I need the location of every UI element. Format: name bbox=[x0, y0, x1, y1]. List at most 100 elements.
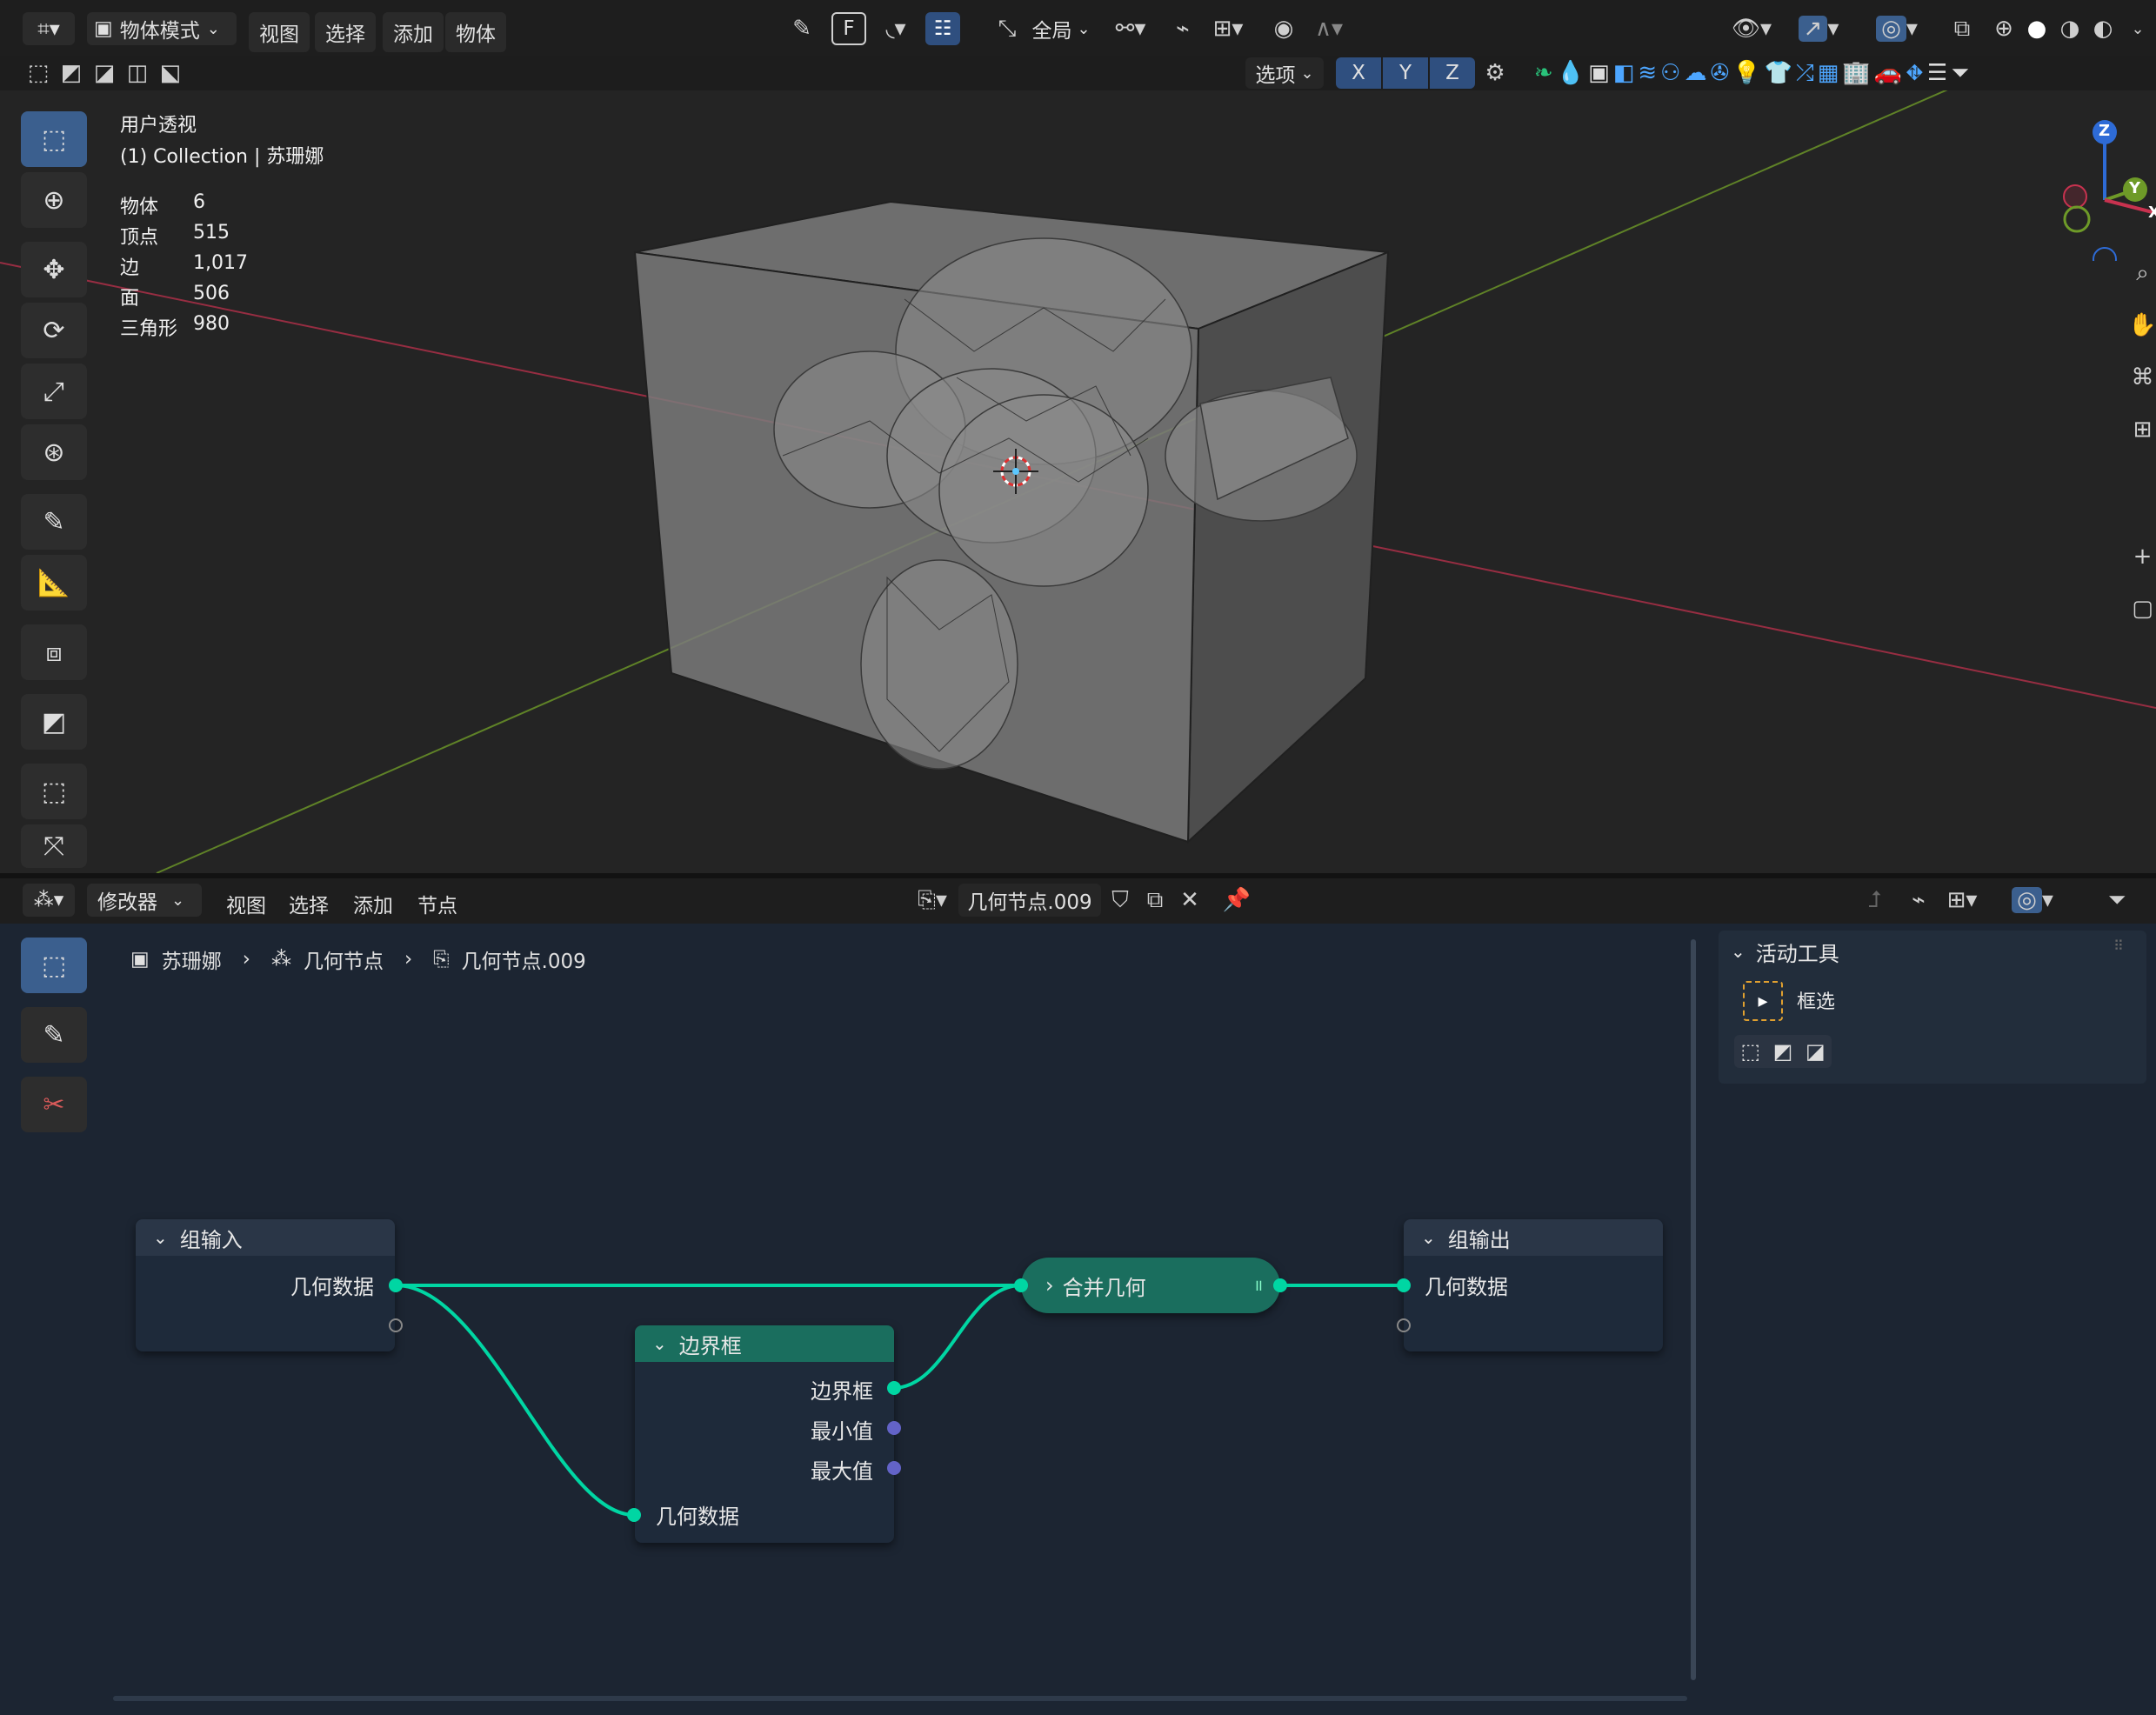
eyedropper-icon[interactable]: ✎ bbox=[784, 12, 819, 45]
options-dropdown[interactable]: 选项 ⌄ bbox=[1245, 57, 1324, 89]
menu-object[interactable]: 物体 bbox=[445, 12, 506, 52]
visibility-icon[interactable]: 👁▾ bbox=[1725, 12, 1778, 45]
list-icon[interactable]: ☰ bbox=[1927, 60, 1947, 86]
tool-snap-move[interactable]: ⤧ bbox=[21, 824, 87, 868]
mirror-z-button[interactable]: Z bbox=[1430, 57, 1475, 89]
panel-header[interactable]: ⌄ 活动工具 bbox=[1731, 934, 1839, 969]
node-canvas-hscrollbar[interactable] bbox=[113, 1696, 1687, 1701]
node-snap-magnet-icon[interactable]: ⌁ bbox=[1901, 884, 1936, 917]
menu-select[interactable]: 选择 bbox=[315, 12, 376, 52]
xray-toggle-icon[interactable]: ⧉ bbox=[1945, 12, 1979, 45]
socket-min-out[interactable] bbox=[887, 1421, 901, 1435]
node-group-input[interactable]: ⌄ 组输入 几何数据 bbox=[136, 1219, 395, 1351]
leaf-icon[interactable]: ❧ bbox=[1534, 60, 1553, 86]
socket-empty-in[interactable] bbox=[1397, 1318, 1411, 1332]
collapse-chevron-icon[interactable]: ⌄ bbox=[153, 1227, 168, 1248]
outliner-toggle-icon[interactable]: ☷ bbox=[925, 12, 960, 45]
drop-icon[interactable]: 💧 bbox=[1557, 60, 1585, 86]
node-canvas-scrollbar[interactable] bbox=[1691, 939, 1696, 1680]
select-extend-icon[interactable]: ◩ bbox=[1773, 1039, 1793, 1064]
tool-viewport-frame[interactable]: ◩ bbox=[21, 694, 87, 750]
snap-face-button[interactable]: F bbox=[831, 12, 866, 45]
image-view-icon[interactable]: ▢ bbox=[2129, 591, 2156, 626]
select-intersect-mode-icon[interactable]: ⬕ bbox=[155, 57, 186, 89]
select-invert-mode-icon[interactable]: ◫ bbox=[122, 57, 153, 89]
node-overlay-icon[interactable]: ◎ ▾ bbox=[2002, 884, 2063, 917]
shading-options-icon[interactable]: ⌄ bbox=[2122, 12, 2153, 45]
shirt-icon[interactable]: 👕 bbox=[1765, 60, 1792, 86]
navigation-gizmo[interactable]: Z Y X bbox=[2035, 113, 2156, 271]
road-icon[interactable]: ⛖ bbox=[1906, 60, 1924, 87]
socket-output-in[interactable] bbox=[1397, 1278, 1411, 1292]
tool-transform[interactable]: ⊛ bbox=[21, 424, 87, 480]
expand-chevron-icon[interactable]: › bbox=[1045, 1273, 1054, 1298]
transform-pivot-icon[interactable]: ⤡ bbox=[990, 12, 1025, 45]
duplicate-icon[interactable]: ⧉ bbox=[1139, 884, 1171, 917]
select-box-mode-icon[interactable]: ⬚ bbox=[23, 57, 54, 89]
transform-orientation-dropdown[interactable]: 全局 ⌄ bbox=[1026, 12, 1096, 45]
mirror-y-button[interactable]: Y bbox=[1383, 57, 1428, 89]
parent-node-tree-icon[interactable]: ⮥ bbox=[1858, 884, 1892, 917]
gear-icon[interactable]: ⚙ bbox=[1478, 57, 1512, 89]
filter-icon[interactable]: ⏷ bbox=[1951, 60, 1969, 87]
node-menu-select[interactable]: 选择 bbox=[278, 884, 339, 924]
ortho-toggle-icon[interactable]: ⊞ bbox=[2129, 412, 2156, 447]
node-tree-browse-icon[interactable]: ⎘▾ bbox=[908, 884, 957, 917]
node-menu-node[interactable]: 节点 bbox=[407, 884, 468, 924]
window-icon[interactable]: ▣ bbox=[1588, 60, 1610, 86]
collapse-chevron-icon[interactable]: ⌄ bbox=[1421, 1227, 1436, 1248]
tool-scale[interactable]: ⤢ bbox=[21, 364, 87, 419]
camera-view-icon[interactable]: ⌘ bbox=[2129, 360, 2156, 395]
select-subtract-mode-icon[interactable]: ◪ bbox=[89, 57, 120, 89]
collapse-chevron-icon[interactable]: ⌄ bbox=[652, 1333, 667, 1354]
tool-rotate[interactable]: ⟳ bbox=[21, 303, 87, 358]
menu-view[interactable]: 视图 bbox=[249, 12, 310, 52]
material-shading-icon[interactable]: ◑ bbox=[2054, 12, 2086, 45]
cloud-icon[interactable]: ☁ bbox=[1684, 60, 1706, 86]
viewport-3d[interactable]: 用户透视 (1) Collection | 苏珊娜 物体 6 顶点 515 边 … bbox=[0, 90, 2156, 873]
car-icon[interactable]: 🚗 bbox=[1874, 60, 1902, 86]
node-join-geometry[interactable]: › 合并几何 ॥ bbox=[1021, 1258, 1280, 1313]
panel-icon[interactable]: ◧ bbox=[1613, 60, 1635, 86]
falloff-icon[interactable]: ∧▾ bbox=[1305, 12, 1353, 45]
tool-move[interactable]: ✥ bbox=[21, 242, 87, 297]
node-header[interactable]: ⌄ 组输入 bbox=[136, 1219, 395, 1256]
rendered-shading-icon[interactable]: ◐ bbox=[2087, 12, 2119, 45]
node-header[interactable]: ⌄ 边界框 bbox=[635, 1325, 894, 1362]
node-group-output[interactable]: ⌄ 组输出 几何数据 bbox=[1404, 1219, 1663, 1351]
node-editor-type-button[interactable]: ⁂▾ bbox=[23, 884, 75, 917]
socket-bbox-out[interactable] bbox=[887, 1381, 901, 1395]
wireframe-shading-icon[interactable]: ⊕ bbox=[1988, 12, 2019, 45]
water-icon[interactable]: ≋ bbox=[1638, 60, 1657, 86]
pan-hand-icon[interactable]: ✋ bbox=[2128, 308, 2156, 343]
film-icon[interactable]: ✇ bbox=[1710, 60, 1729, 86]
select-subtract-icon[interactable]: ◪ bbox=[1806, 1039, 1826, 1064]
link-icon[interactable]: ⚯▾ bbox=[1106, 12, 1155, 45]
node-bounding-box[interactable]: ⌄ 边界框 边界框 最小值 最大值 几何数据 bbox=[635, 1325, 894, 1543]
node-tree-name-field[interactable]: 几何节点.009 bbox=[958, 884, 1101, 917]
socket-geometry-in[interactable] bbox=[627, 1508, 641, 1522]
fake-user-shield-icon[interactable]: ⛉ bbox=[1105, 884, 1136, 917]
curve-icon[interactable]: ◟▾ bbox=[871, 12, 920, 45]
tool-measure[interactable]: 📐 bbox=[21, 555, 87, 611]
mirror-x-button[interactable]: X bbox=[1336, 57, 1381, 89]
select-new-icon[interactable]: ⬚ bbox=[1740, 1039, 1760, 1064]
shuffle-icon[interactable]: ⤮ bbox=[1796, 60, 1814, 87]
pin-icon[interactable]: 📌 bbox=[1219, 884, 1254, 917]
snap-increment-icon[interactable]: ⊞▾ bbox=[1202, 12, 1254, 45]
magnet-snap-icon[interactable]: ⌁ bbox=[1165, 12, 1200, 45]
building-icon[interactable]: 🏢 bbox=[1842, 60, 1870, 86]
grid-icon[interactable]: ▦ bbox=[1818, 60, 1839, 86]
menu-add[interactable]: 添加 bbox=[383, 12, 444, 52]
socket-empty-out[interactable] bbox=[389, 1318, 403, 1332]
editor-context-dropdown[interactable]: 修改器 ⌄ bbox=[87, 884, 202, 917]
tool-box-cage[interactable]: ⬚ bbox=[21, 764, 87, 819]
overlay-toggle-icon[interactable]: ◎ ▾ bbox=[1866, 12, 1927, 45]
person-icon[interactable]: ⚇ bbox=[1660, 60, 1680, 86]
node-menu-view[interactable]: 视图 bbox=[216, 884, 277, 924]
node-filter-icon[interactable]: ⏷ bbox=[2099, 884, 2134, 917]
solid-shading-icon[interactable]: ● bbox=[2021, 12, 2053, 45]
node-header[interactable]: ⌄ 组输出 bbox=[1404, 1219, 1663, 1256]
zoom-icon[interactable]: ⌕ bbox=[2129, 256, 2156, 290]
socket-max-out[interactable] bbox=[887, 1461, 901, 1475]
